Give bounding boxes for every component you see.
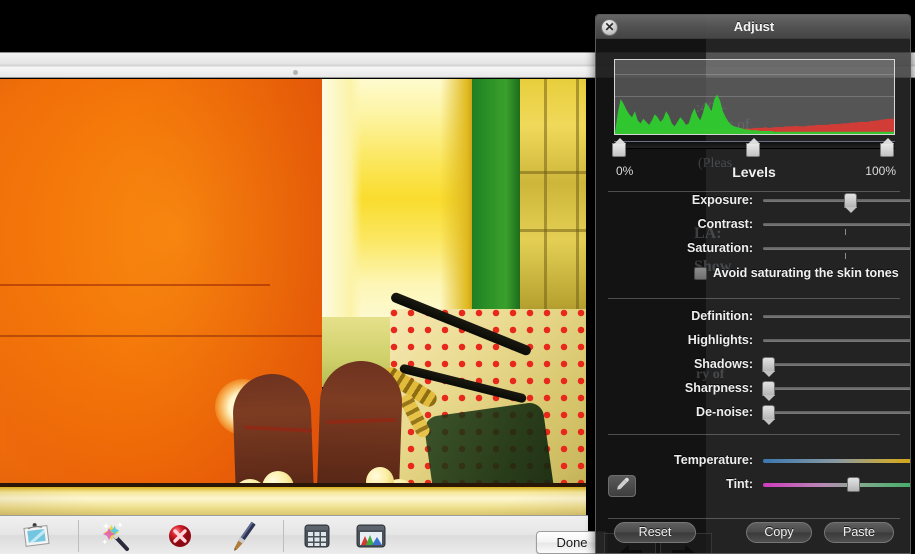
divider-4 <box>608 518 900 519</box>
slider-track[interactable] <box>763 387 910 390</box>
temperature-label: Temperature: <box>674 453 753 467</box>
window-resize-dot <box>293 70 298 75</box>
slider-center-tick <box>845 253 846 259</box>
slider-row-exposure: Exposure: 0 <box>596 189 910 213</box>
photo-viewer[interactable] <box>0 78 588 515</box>
adjust-histogram-icon[interactable] <box>351 519 391 553</box>
magic-wand-icon <box>102 522 129 551</box>
tint-slider-track[interactable] <box>763 483 910 487</box>
slider-row-shadows: Shadows: 0 <box>596 353 910 377</box>
slider-label: Saturation: <box>687 241 753 255</box>
temperature-slider-track[interactable] <box>763 459 910 463</box>
photo-right-letterbox <box>586 79 588 515</box>
slider-track[interactable] <box>763 247 910 250</box>
slider-label: Shadows: <box>693 357 753 371</box>
show-photo-info-icon[interactable] <box>16 519 56 553</box>
slider-row-tint: Tint: 7 <box>596 473 910 497</box>
effects-grid-icon[interactable] <box>297 519 337 553</box>
divider-2 <box>608 298 900 299</box>
slider-label: Exposure: <box>691 193 753 207</box>
tint-label: Tint: <box>726 477 753 491</box>
adjust-panel: :40 – a class of (Pleas LA: Show ry of f… <box>595 14 911 554</box>
levels-title: Levels <box>732 164 776 180</box>
screen: Done :40 – a class of (Pleas LA: Show ry… <box>0 0 915 554</box>
editing-toolbar <box>0 515 588 554</box>
histogram-canvas <box>615 94 894 134</box>
slider-row-definition: Definition: 100 <box>596 305 910 327</box>
slider-label: Highlights: <box>687 333 753 347</box>
slider-knob[interactable] <box>762 357 775 377</box>
red-eye-remove-icon <box>169 525 191 547</box>
toolbar-divider-2 <box>283 520 284 552</box>
histogram-icon <box>356 524 386 548</box>
divider-3 <box>608 434 900 435</box>
avoid-skin-tones-label: Avoid saturating the skin tones <box>713 266 899 280</box>
slider-label: Sharpness: <box>684 381 753 395</box>
histogram <box>614 59 895 135</box>
forward-arrow-icon <box>672 545 695 553</box>
slider-knob[interactable] <box>844 193 857 213</box>
slider-row-highlights: Highlights: 100 <box>596 329 910 351</box>
paint-brush-icon <box>234 521 256 551</box>
reset-button[interactable]: Reset <box>614 522 696 543</box>
toolbar-divider-1 <box>78 520 79 552</box>
tint-knob[interactable] <box>847 477 860 492</box>
slider-row-contrast: Contrast: 100 <box>596 213 910 235</box>
photo-vignette <box>0 79 588 515</box>
edited-photo <box>0 79 588 515</box>
slider-label: Definition: <box>691 309 753 323</box>
levels-mid-point-handle[interactable] <box>746 138 760 157</box>
slider-track[interactable] <box>763 411 910 414</box>
slider-label: De-noise: <box>696 405 753 419</box>
copy-button[interactable]: Copy <box>746 522 812 543</box>
levels-white-point-handle[interactable] <box>880 138 894 157</box>
slider-track[interactable] <box>763 223 910 226</box>
slider-row-denoise: De-noise: 0 <box>596 401 910 425</box>
avoid-skin-tones-row[interactable]: Avoid saturating the skin tones <box>596 264 910 284</box>
slider-knob[interactable] <box>762 381 775 401</box>
enhance-wand-icon[interactable] <box>96 519 136 553</box>
slider-label: Contrast: <box>697 217 753 231</box>
photo-frame-icon <box>23 523 50 547</box>
slider-center-tick <box>845 229 846 235</box>
slider-track[interactable] <box>763 339 910 342</box>
red-eye-icon[interactable] <box>160 519 200 553</box>
slider-row-temperature: Temperature: 100 <box>596 449 910 471</box>
panel-title: Adjust <box>596 15 910 39</box>
slider-row-sharpness: Sharpness: 0 <box>596 377 910 401</box>
grid-icon <box>304 524 330 548</box>
slider-row-saturation: Saturation: 100 <box>596 237 910 259</box>
close-icon[interactable]: ✕ <box>601 19 618 36</box>
back-arrow-icon <box>619 545 642 553</box>
slider-knob[interactable] <box>762 405 775 425</box>
levels-black-point-handle[interactable] <box>612 138 626 157</box>
slider-track[interactable] <box>763 363 910 366</box>
slider-track[interactable] <box>763 315 910 318</box>
avoid-skin-tones-checkbox[interactable] <box>694 267 707 280</box>
paste-button[interactable]: Paste <box>824 522 894 543</box>
slider-track[interactable] <box>763 199 910 202</box>
retouch-brush-icon[interactable] <box>224 519 264 553</box>
